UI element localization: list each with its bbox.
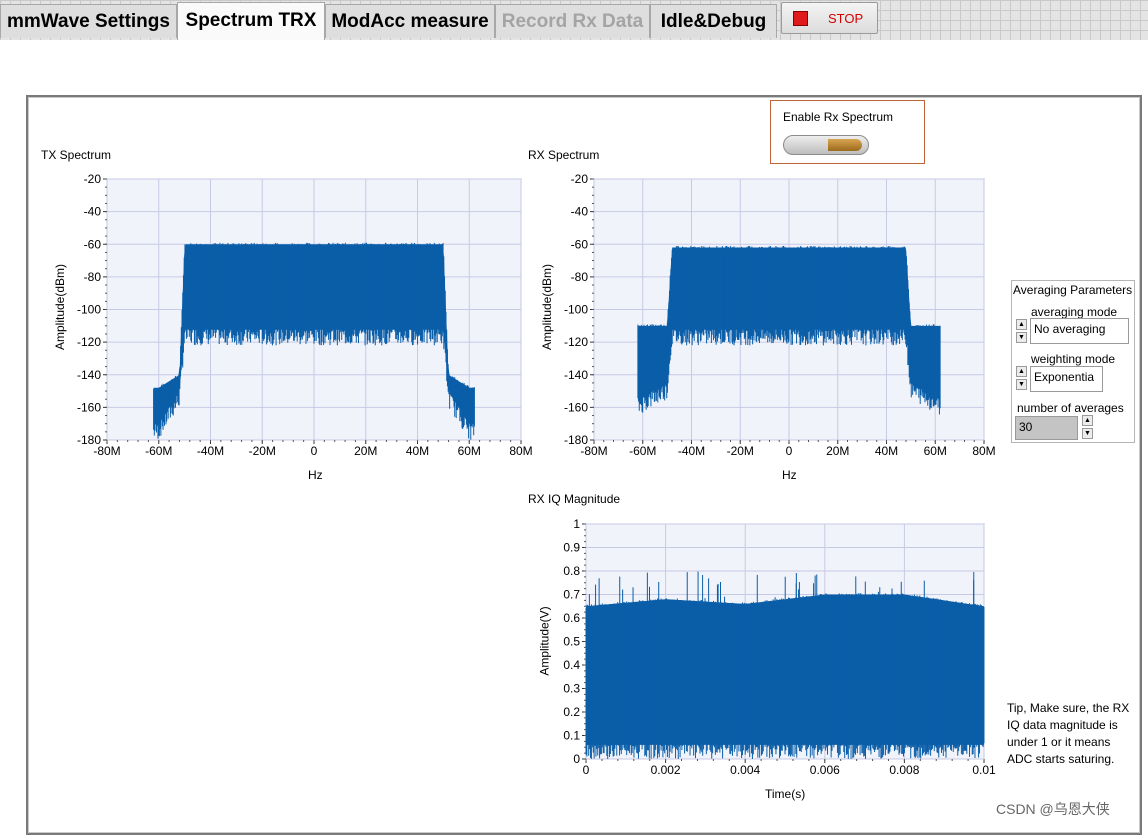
tab-mmwave-settings[interactable]: mmWave Settings — [0, 4, 177, 38]
y-tick-label: 1 — [573, 517, 580, 531]
enable-rx-spectrum-control: Enable Rx Spectrum — [770, 100, 925, 164]
averaging-parameters-title: Averaging Parameters — [1013, 283, 1133, 297]
averaging-mode-up-icon[interactable]: ▲ — [1016, 319, 1027, 330]
tab-record-rx-data[interactable]: Record Rx Data — [495, 4, 650, 38]
y-tick-label: -140 — [564, 368, 588, 382]
number-of-averages-label: number of averages — [1017, 401, 1124, 415]
y-tick-label: -100 — [564, 303, 588, 317]
rx-iq-title: RX IQ Magnitude — [528, 492, 621, 506]
averaging-mode-label: averaging mode — [1031, 305, 1118, 319]
y-tick-label: -40 — [84, 205, 102, 219]
tab-modacc-measure[interactable]: ModAcc measure — [325, 4, 495, 38]
tab-spectrum-trx[interactable]: Spectrum TRX — [177, 2, 325, 40]
y-tick-label: -180 — [77, 433, 101, 447]
weighting-mode-down-icon[interactable]: ▼ — [1016, 379, 1027, 390]
x-tick-label: 40M — [875, 444, 898, 458]
y-tick-label: 0.9 — [563, 541, 580, 555]
rx-spectrum-ylabel: Amplitude(dBm) — [540, 263, 555, 351]
x-tick-label: 0 — [583, 763, 590, 777]
number-of-averages-down-icon[interactable]: ▼ — [1082, 428, 1093, 439]
enable-rx-spectrum-label: Enable Rx Spectrum — [783, 110, 894, 124]
x-tick-label: 20M — [354, 444, 377, 458]
x-tick-label: -60M — [629, 444, 656, 458]
x-tick-label: 0.01 — [972, 763, 996, 777]
y-tick-label: 0.1 — [563, 729, 580, 743]
x-tick-label: 80M — [509, 444, 532, 458]
watermark: CSDN @乌恩大侠 — [996, 801, 1110, 817]
x-tick-label: 0.004 — [730, 763, 760, 777]
y-tick-label: 0.4 — [563, 658, 580, 672]
number-of-averages-input[interactable]: 30 — [1015, 416, 1078, 440]
y-tick-label: -60 — [571, 237, 589, 251]
x-tick-label: 60M — [924, 444, 947, 458]
rx-spectrum-graph: -80M -60M -40M -20M 0 20M 40M 60M 80M-20-40-60-8… — [564, 172, 996, 458]
y-tick-label: -100 — [77, 303, 101, 317]
averaging-parameters: Averaging Parameters averaging mode ▲ ▼ … — [1011, 280, 1135, 443]
y-tick-label: -80 — [84, 270, 102, 284]
y-tick-label: -80 — [571, 270, 589, 284]
rx-iq-xlabel: Time(s) — [765, 787, 806, 801]
rx-spectrum-title: RX Spectrum — [528, 148, 600, 162]
x-tick-label: 80M — [972, 444, 995, 458]
tx-spectrum-graph: -80M -60M -40M -20M 0 20M 40M 60M 80M-20-40-60-8… — [77, 172, 533, 458]
y-tick-label: -140 — [77, 368, 101, 382]
stop-button[interactable]: STOP — [781, 2, 878, 34]
y-tick-label: -20 — [84, 172, 102, 186]
stop-button-label: STOP — [828, 11, 864, 26]
x-tick-label: 0 — [786, 444, 793, 458]
x-tick-label: -20M — [727, 444, 754, 458]
y-tick-label: -40 — [571, 205, 589, 219]
toggle-thumb — [828, 139, 862, 151]
y-tick-label: 0 — [573, 752, 580, 766]
y-tick-label: 0.5 — [563, 635, 580, 649]
tip-text: Tip, Make sure, the RX IQ data magnitude… — [1007, 701, 1130, 766]
x-tick-label: 0.008 — [889, 763, 919, 777]
y-tick-label: 0.3 — [563, 682, 580, 696]
x-tick-label: 0.006 — [810, 763, 840, 777]
x-tick-label: 40M — [406, 444, 429, 458]
y-tick-label: -120 — [564, 335, 588, 349]
tx-spectrum-xlabel: Hz — [308, 468, 323, 482]
tx-spectrum-title: TX Spectrum — [41, 148, 112, 162]
weighting-mode-select[interactable]: Exponentia — [1030, 366, 1103, 392]
x-tick-label: -40M — [197, 444, 224, 458]
y-tick-label: -180 — [564, 433, 588, 447]
x-tick-label: -20M — [249, 444, 276, 458]
rx-iq-ylabel: Amplitude(V) — [537, 606, 552, 676]
y-tick-label: -20 — [571, 172, 589, 186]
y-tick-label: 0.2 — [563, 705, 580, 719]
rx-iq-graph: 0 0.002 0.004 0.006 0.008 0.01 1 0.9 0.8 0.7 0.6 0.… — [563, 517, 996, 777]
number-of-averages-up-icon[interactable]: ▲ — [1082, 415, 1093, 426]
x-tick-label: -60M — [145, 444, 172, 458]
averaging-mode-down-icon[interactable]: ▼ — [1016, 332, 1027, 343]
weighting-mode-up-icon[interactable]: ▲ — [1016, 366, 1027, 377]
y-tick-label: 0.8 — [563, 564, 580, 578]
y-tick-label: -60 — [84, 237, 102, 251]
enable-rx-spectrum-toggle[interactable] — [783, 135, 869, 155]
y-tick-label: 0.6 — [563, 611, 580, 625]
tab-idle-debug[interactable]: Idle&Debug — [650, 4, 777, 38]
y-tick-label: 0.7 — [563, 588, 580, 602]
x-tick-label: 0 — [311, 444, 318, 458]
stop-square-icon — [793, 11, 808, 26]
y-tick-label: -120 — [77, 335, 101, 349]
tx-spectrum-ylabel: Amplitude(dBm) — [53, 263, 68, 351]
y-tick-label: -160 — [77, 400, 101, 414]
weighting-mode-label: weighting mode — [1031, 352, 1116, 366]
x-tick-label: 0.002 — [651, 763, 681, 777]
x-tick-label: 60M — [458, 444, 481, 458]
rx-spectrum-xlabel: Hz — [782, 468, 797, 482]
x-tick-label: 20M — [826, 444, 849, 458]
averaging-mode-select[interactable]: No averaging — [1030, 318, 1129, 344]
x-tick-label: -40M — [678, 444, 705, 458]
y-tick-label: -160 — [564, 400, 588, 414]
